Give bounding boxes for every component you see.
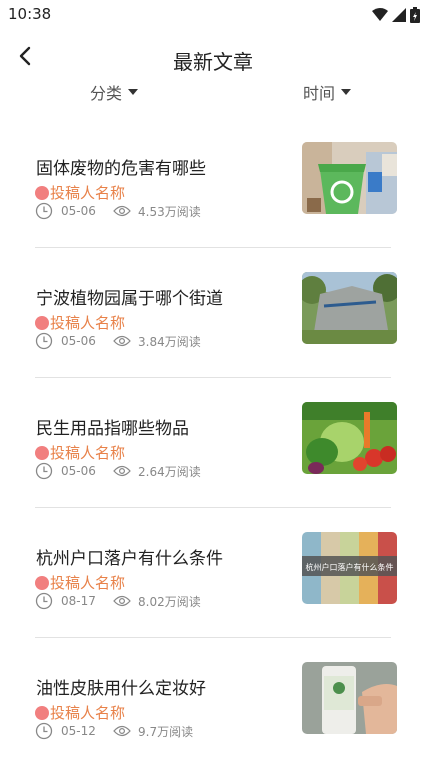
article-title: 宁波植物园属于哪个街道 xyxy=(36,289,223,309)
banner-overlay-text: 杭州户口落户有什么条件 xyxy=(306,562,394,572)
signal-icon xyxy=(392,8,406,22)
article-item[interactable]: 宁波植物园属于哪个街道 投稿人名称 05-06 3.84万阅读 xyxy=(0,248,426,378)
article-meta: 08-17 8.02万阅读 xyxy=(35,592,201,610)
clock-icon xyxy=(35,332,53,350)
publish-date: 05-06 xyxy=(61,334,96,348)
article-meta: 05-06 2.64万阅读 xyxy=(35,462,201,480)
recycling-bin-image xyxy=(302,142,397,214)
article-meta: 05-06 3.84万阅读 xyxy=(35,332,201,350)
author-name: 投稿人名称 xyxy=(50,314,126,332)
author-avatar-icon xyxy=(35,575,49,590)
cosmetic-bottle-image xyxy=(302,662,397,734)
botanical-garden-rock-image xyxy=(302,272,397,344)
author-avatar-icon xyxy=(35,705,49,720)
view-count: 2.64万阅读 xyxy=(138,464,201,479)
vegetables-image xyxy=(302,402,397,474)
category-filter-label: 分类 xyxy=(90,84,123,103)
article-meta: 05-06 4.53万阅读 xyxy=(35,202,201,220)
publish-date: 05-06 xyxy=(61,204,96,218)
nav-bar: 最新文章 xyxy=(0,38,426,78)
author: 投稿人名称 xyxy=(35,312,125,333)
article-title: 民生用品指哪些物品 xyxy=(36,419,189,439)
author: 投稿人名称 xyxy=(35,702,125,723)
article-item[interactable]: 油性皮肤用什么定妆好 投稿人名称 05-12 9.7万阅读 xyxy=(0,638,426,768)
author-name: 投稿人名称 xyxy=(50,574,126,592)
clock-icon xyxy=(35,722,53,740)
article-title: 杭州户口落户有什么条件 xyxy=(36,549,223,569)
author-avatar-icon xyxy=(35,185,49,200)
view-count: 4.53万阅读 xyxy=(138,204,201,219)
category-filter[interactable]: 分类 xyxy=(90,80,139,104)
status-time: 10:38 xyxy=(8,5,52,23)
battery-icon xyxy=(410,7,420,23)
eye-icon xyxy=(113,465,131,477)
article-item[interactable]: 杭州户口落户有什么条件 投稿人名称 08-17 8.02万阅读 杭州户口落户有什… xyxy=(0,508,426,638)
article-title: 油性皮肤用什么定妆好 xyxy=(36,679,206,699)
view-count: 9.7万阅读 xyxy=(138,724,194,739)
eye-icon xyxy=(113,595,131,607)
status-icons xyxy=(372,7,420,23)
author-avatar-icon xyxy=(35,315,49,330)
publish-date: 08-17 xyxy=(61,594,96,608)
colored-stripes-banner-image: 杭州户口落户有什么条件 xyxy=(302,532,397,604)
view-count: 8.02万阅读 xyxy=(138,594,201,609)
view-count: 3.84万阅读 xyxy=(138,334,201,349)
article-item[interactable]: 民生用品指哪些物品 投稿人名称 05-06 2.64万阅读 xyxy=(0,378,426,508)
author: 投稿人名称 xyxy=(35,572,125,593)
page-title: 最新文章 xyxy=(173,50,253,74)
caret-down-icon xyxy=(128,89,139,95)
eye-icon xyxy=(113,335,131,347)
article-item[interactable]: 固体废物的危害有哪些 投稿人名称 05-06 4.53万阅读 xyxy=(0,118,426,248)
author-avatar-icon xyxy=(35,445,49,460)
clock-icon xyxy=(35,202,53,220)
publish-date: 05-12 xyxy=(61,724,96,738)
filter-bar: 分类 时间 xyxy=(0,78,426,106)
clock-icon xyxy=(35,592,53,610)
eye-icon xyxy=(113,205,131,217)
status-bar: 10:38 xyxy=(0,0,426,30)
time-filter[interactable]: 时间 xyxy=(303,80,352,104)
author-name: 投稿人名称 xyxy=(50,444,126,462)
caret-down-icon xyxy=(341,89,352,95)
author-name: 投稿人名称 xyxy=(50,704,126,722)
eye-icon xyxy=(113,725,131,737)
author-name: 投稿人名称 xyxy=(50,184,126,202)
clock-icon xyxy=(35,462,53,480)
article-title: 固体废物的危害有哪些 xyxy=(36,159,206,179)
publish-date: 05-06 xyxy=(61,464,96,478)
wifi-icon xyxy=(372,8,388,21)
author: 投稿人名称 xyxy=(35,182,125,203)
time-filter-label: 时间 xyxy=(303,84,336,103)
article-meta: 05-12 9.7万阅读 xyxy=(35,722,193,740)
author: 投稿人名称 xyxy=(35,442,125,463)
